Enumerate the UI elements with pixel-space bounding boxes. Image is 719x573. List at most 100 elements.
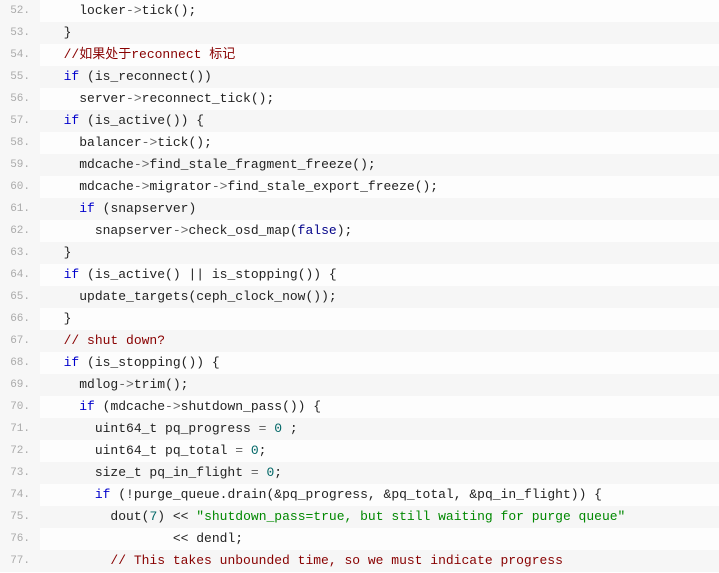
line-number: 63. xyxy=(0,242,40,264)
token-operator: -> xyxy=(134,179,150,194)
token-punct: } xyxy=(64,245,72,260)
code-content: if (is_active()) { xyxy=(40,110,719,132)
token-ident: uint64_t pq_progress xyxy=(95,421,259,436)
token-ident: is_reconnect xyxy=(95,69,189,84)
code-line: 57. if (is_active()) { xyxy=(0,110,719,132)
token-punct: } xyxy=(64,311,72,326)
code-line: 64. if (is_active() || is_stopping()) { xyxy=(0,264,719,286)
code-line: 66. } xyxy=(0,308,719,330)
token-punct: (); xyxy=(188,135,211,150)
token-operator: -> xyxy=(165,399,181,414)
token-punct: (); xyxy=(251,91,274,106)
code-line: 75. dout(7) << "shutdown_pass=true, but … xyxy=(0,506,719,528)
code-content: snapserver->check_osd_map(false); xyxy=(40,220,719,242)
line-number: 70. xyxy=(0,396,40,418)
token-punct: ()) { xyxy=(298,267,337,282)
code-line: 65. update_targets(ceph_clock_now()); xyxy=(0,286,719,308)
token-punct: ; xyxy=(282,421,298,436)
line-number: 74. xyxy=(0,484,40,506)
code-line: 69. mdlog->trim(); xyxy=(0,374,719,396)
token-ident: mdcache xyxy=(79,157,134,172)
token-punct: (); xyxy=(165,377,188,392)
code-line: 70. if (mdcache->shutdown_pass()) { xyxy=(0,396,719,418)
token-ident: snapserver xyxy=(110,201,188,216)
token-ident: pq_progress xyxy=(282,487,368,502)
code-content: if (!purge_queue.drain(&pq_progress, &pq… xyxy=(40,484,719,506)
token-punct: ; xyxy=(274,465,282,480)
code-line: 56. server->reconnect_tick(); xyxy=(0,88,719,110)
token-ident: locker xyxy=(79,3,126,18)
token-punct: ; xyxy=(259,443,267,458)
token-keyword: if xyxy=(64,355,80,370)
token-keyword: if xyxy=(64,267,80,282)
token-ident: find_stale_fragment_freeze xyxy=(149,157,352,172)
line-number: 62. xyxy=(0,220,40,242)
token-operator: -> xyxy=(126,3,142,18)
token-ident: pq_total xyxy=(391,487,453,502)
token-ident: balancer xyxy=(79,135,141,150)
line-number: 77. xyxy=(0,550,40,572)
token-punct: ()); xyxy=(305,289,336,304)
token-keyword: if xyxy=(64,113,80,128)
line-number: 57. xyxy=(0,110,40,132)
code-line: 73. size_t pq_in_flight = 0; xyxy=(0,462,719,484)
line-number: 59. xyxy=(0,154,40,176)
token-ident: tick xyxy=(142,3,173,18)
code-content: uint64_t pq_progress = 0 ; xyxy=(40,418,719,440)
token-ident: purge_queue xyxy=(134,487,220,502)
token-operator: = xyxy=(259,421,275,436)
code-line: 54. //如果处于reconnect 标记 xyxy=(0,44,719,66)
code-line: 52. locker->tick(); xyxy=(0,0,719,22)
token-ident: is_stopping xyxy=(95,355,181,370)
token-number: 0 xyxy=(251,443,259,458)
token-ident: size_t pq_in_flight xyxy=(95,465,251,480)
token-ident: tick xyxy=(157,135,188,150)
code-content: locker->tick(); xyxy=(40,0,719,22)
code-content: dout(7) << "shutdown_pass=true, but stil… xyxy=(40,506,719,528)
token-comment: //如果处于reconnect 标记 xyxy=(64,47,236,62)
code-content: if (is_active() || is_stopping()) { xyxy=(40,264,719,286)
line-number: 54. xyxy=(0,44,40,66)
code-block: 52. locker->tick();53. }54. //如果处于reconn… xyxy=(0,0,719,572)
line-number: 56. xyxy=(0,88,40,110)
token-punct: << xyxy=(173,531,196,546)
token-ident: dout xyxy=(110,509,141,524)
token-operator: = xyxy=(235,443,251,458)
token-punct: , & xyxy=(454,487,477,502)
token-punct: ()) { xyxy=(181,355,220,370)
code-line: 72. uint64_t pq_total = 0; xyxy=(0,440,719,462)
token-punct: ( xyxy=(79,69,95,84)
token-ident: migrator xyxy=(149,179,211,194)
token-keyword: if xyxy=(64,69,80,84)
line-number: 72. xyxy=(0,440,40,462)
line-number: 76. xyxy=(0,528,40,550)
token-punct: ) << xyxy=(157,509,196,524)
code-content: } xyxy=(40,308,719,330)
code-content: //如果处于reconnect 标记 xyxy=(40,44,719,66)
code-content: // This takes unbounded time, so we must… xyxy=(40,550,719,572)
code-content: // shut down? xyxy=(40,330,719,352)
token-operator: = xyxy=(251,465,267,480)
token-punct: ( xyxy=(79,355,95,370)
code-line: 77. // This takes unbounded time, so we … xyxy=(0,550,719,572)
line-number: 52. xyxy=(0,0,40,22)
token-ident: is_active xyxy=(95,267,165,282)
code-line: 74. if (!purge_queue.drain(&pq_progress,… xyxy=(0,484,719,506)
token-ident: mdcache xyxy=(110,399,165,414)
line-number: 68. xyxy=(0,352,40,374)
code-content: size_t pq_in_flight = 0; xyxy=(40,462,719,484)
token-punct: ( xyxy=(79,267,95,282)
token-ident: is_stopping xyxy=(212,267,298,282)
token-comment: // This takes unbounded time, so we must… xyxy=(110,553,562,568)
token-punct: ( xyxy=(95,201,111,216)
token-punct: (); xyxy=(173,3,196,18)
code-line: 63. } xyxy=(0,242,719,264)
token-keyword: if xyxy=(79,399,95,414)
line-number: 71. xyxy=(0,418,40,440)
code-line: 55. if (is_reconnect()) xyxy=(0,66,719,88)
token-punct: ()) { xyxy=(282,399,321,414)
line-number: 61. xyxy=(0,198,40,220)
token-ident: update_targets xyxy=(79,289,188,304)
code-line: 60. mdcache->migrator->find_stale_export… xyxy=(0,176,719,198)
token-punct: (); xyxy=(415,179,438,194)
